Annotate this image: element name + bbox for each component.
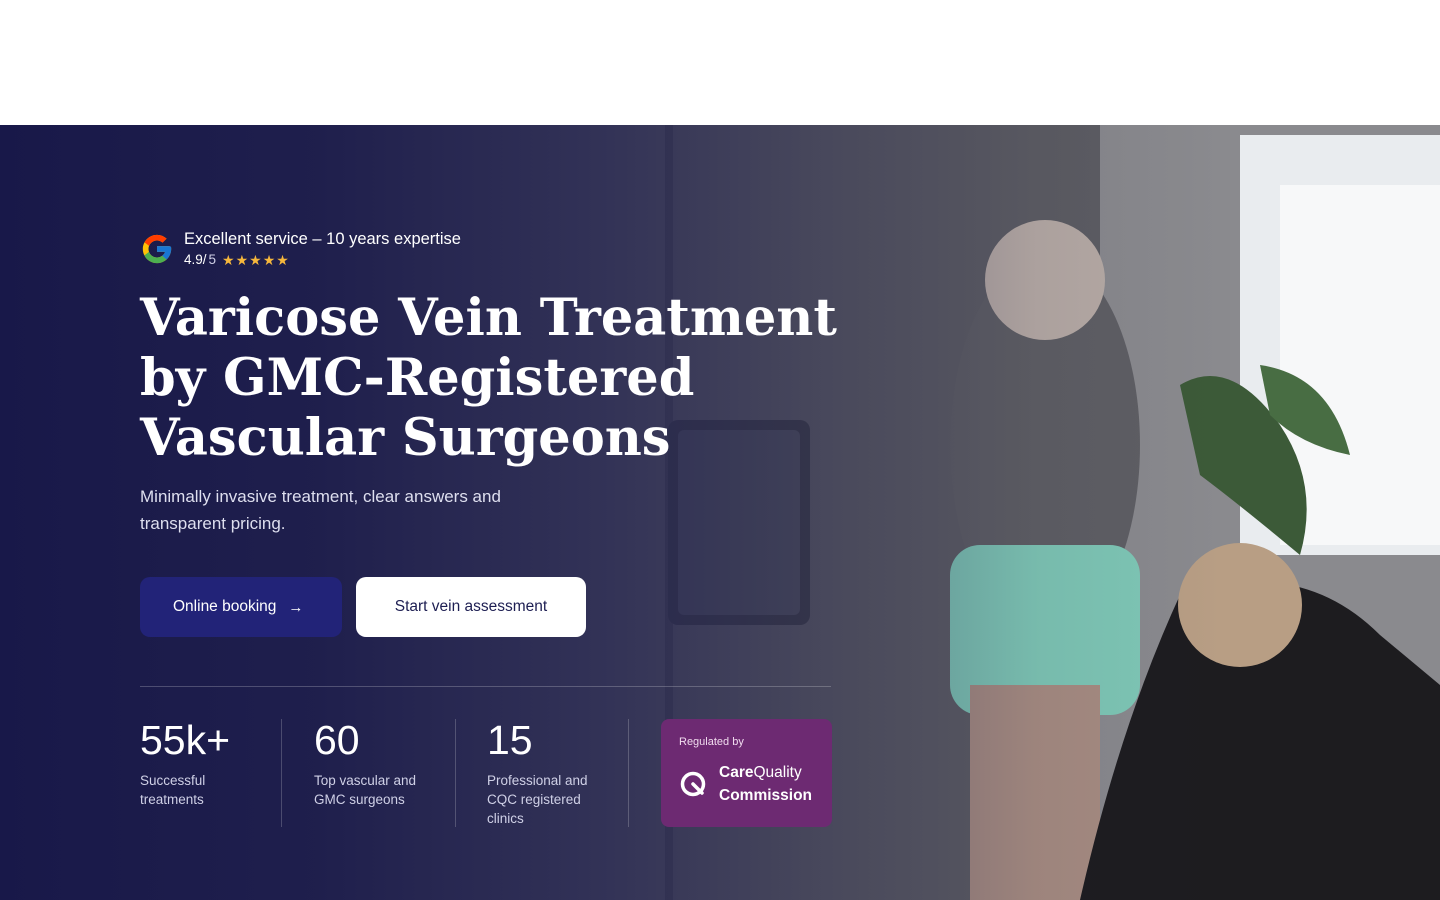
google-rating: Excellent service – 10 years expertise 4… xyxy=(140,229,461,269)
stat-value: 15 xyxy=(487,717,533,763)
stat-surgeons: 60 Top vascular and GMC surgeons xyxy=(314,717,432,809)
online-booking-label: Online booking xyxy=(173,598,277,615)
hero-content: Excellent service – 10 years expertise 4… xyxy=(140,125,840,900)
cqc-name: CareQuality Commission xyxy=(719,761,812,807)
cqc-name-care: Care xyxy=(719,764,754,781)
hero-subtitle: Minimally invasive treatment, clear answ… xyxy=(140,487,501,533)
cqc-logo-icon xyxy=(680,771,706,797)
arrow-right-icon: → xyxy=(288,598,304,616)
cqc-name-quality: Quality xyxy=(753,764,802,781)
stat-separator xyxy=(455,719,456,827)
star-rating-icon: ★★★★★ xyxy=(222,252,290,268)
rating-out-of: 5 xyxy=(208,252,217,267)
cqc-regulated-badge[interactable]: Regulated by CareQuality Commission xyxy=(661,719,832,827)
hero-section: Excellent service – 10 years expertise 4… xyxy=(0,125,1440,900)
cqc-name-commission: Commission xyxy=(719,787,813,804)
top-navigation-bar xyxy=(0,0,1440,125)
stat-clinics: 15 Professional and CQC registered clini… xyxy=(487,717,599,828)
stat-separator xyxy=(281,719,282,827)
google-logo-icon xyxy=(142,234,172,264)
title-line: Vascular Surgeons xyxy=(140,408,671,468)
stat-label: Successful treatments xyxy=(140,773,206,807)
stat-treatments: 55k+ Successful treatments xyxy=(140,717,235,809)
rating-score: 4.9/ xyxy=(184,252,207,267)
stat-value: 60 xyxy=(314,717,360,763)
title-line: Varicose Vein Treatment xyxy=(140,288,837,348)
rating-headline: Excellent service – 10 years expertise xyxy=(184,230,461,248)
stat-separator xyxy=(628,719,629,827)
stat-label: Professional and CQC registered clinics xyxy=(487,773,588,826)
start-vein-assessment-button[interactable]: Start vein assessment xyxy=(356,577,586,637)
online-booking-button[interactable]: Online booking → xyxy=(140,577,342,637)
start-vein-assessment-label: Start vein assessment xyxy=(394,598,548,615)
stats-divider xyxy=(140,686,831,687)
page-title: Varicose Vein Treatment by GMC-Registere… xyxy=(140,288,840,468)
stat-label: Top vascular and GMC surgeons xyxy=(314,773,417,807)
regulated-by-label: Regulated by xyxy=(679,736,744,748)
stat-value: 55k+ xyxy=(140,717,231,763)
title-line: by GMC-Registered xyxy=(140,348,695,408)
